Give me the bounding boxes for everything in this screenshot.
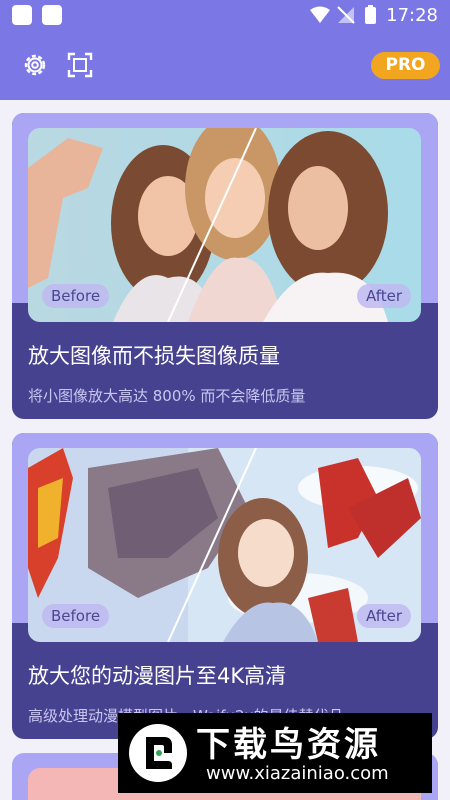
before-label: Before — [42, 284, 110, 308]
notification-icon — [42, 5, 62, 25]
watermark-title: 下载鸟资源 — [196, 725, 381, 765]
watermark: 下载鸟资源 www.xiazainiao.com — [118, 713, 432, 793]
clock: 17:28 — [386, 5, 438, 26]
battery-icon — [365, 7, 376, 24]
card-subtitle: 将小图像放大高达 800% 而不会降低质量 — [28, 387, 306, 405]
app-bar: PRO — [0, 30, 450, 100]
gear-icon[interactable] — [21, 51, 49, 79]
wifi-icon — [310, 6, 330, 23]
watermark-url: www.xiazainiao.com — [206, 763, 389, 784]
scan-frame-icon[interactable] — [66, 51, 94, 79]
feature-card-upscale[interactable]: Before After 放大图像而不损失图像质量 将小图像放大高达 800% … — [12, 113, 438, 419]
feature-card-anime[interactable]: Before After 放大您的动漫图片至4K高清 高级处理动漫模型图片，Wa… — [12, 433, 438, 739]
bird-logo-icon — [129, 724, 187, 782]
status-bar: 17:28 — [0, 0, 450, 30]
before-after-photo: Before After — [28, 128, 421, 322]
notification-icon — [12, 5, 32, 25]
after-label: After — [356, 604, 411, 628]
card-title: 放大图像而不损失图像质量 — [28, 344, 280, 368]
status-icons — [310, 5, 376, 24]
before-label: Before — [42, 604, 110, 628]
card-title: 放大您的动漫图片至4K高清 — [28, 664, 287, 688]
after-label: After — [356, 284, 411, 308]
before-after-photo: Before After — [28, 448, 421, 642]
pro-button[interactable]: PRO — [371, 52, 440, 79]
